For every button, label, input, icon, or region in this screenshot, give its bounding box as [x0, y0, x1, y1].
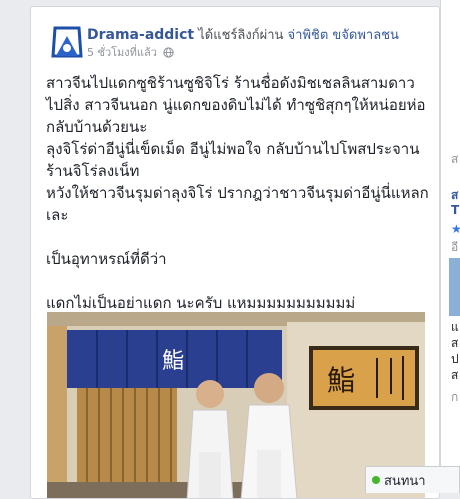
sidebar-thumbnail[interactable]: [449, 258, 460, 316]
news-feed-post: Drama-addict ได้แชร์ลิงก์ผ่าน จ่าพิชิต ข…: [30, 6, 440, 499]
sidebar-cut-text: อี: [451, 240, 459, 254]
chat-label: สนทนา: [384, 473, 426, 489]
curtain-sign: 鮨: [162, 349, 184, 374]
sidebar-cut-text: ส: [451, 368, 459, 382]
page-avatar[interactable]: [47, 22, 87, 62]
author-link[interactable]: Drama-addict: [87, 27, 194, 43]
post-timestamp[interactable]: 5 ชั่วโมงที่แล้ว: [87, 46, 157, 59]
sidebar-cut-text[interactable]: T: [451, 203, 459, 217]
post-paragraph: หวังให้ชาวจีนรุมด่าลุงจิโร่ ปรากฎว่าชาวจ…: [46, 184, 429, 224]
post-text: สาวจีนไปแดกซูชิร้านซูชิจิโร่ ร้านชื่อดัง…: [46, 72, 431, 314]
right-sidebar: ส ส T ★ อี แ ส ป ส ก: [440, 0, 460, 493]
framed-sign: 鮨: [327, 364, 355, 397]
post-paragraph: สาวจีนไปแดกซูชิร้านซูชิจิโร่ ร้านชื่อดัง…: [46, 74, 426, 136]
share-action-text: ได้แชร์ลิงก์ผ่าน: [194, 28, 288, 43]
shared-with-link[interactable]: จ่าพิชิต ขจัดพาลชน: [288, 28, 399, 43]
post-paragraph: แดกไม่เป็นอย่าแดก นะครับ แหมมมมมมมมมมม่: [46, 294, 356, 312]
post-header: Drama-addict ได้แชร์ลิงก์ผ่าน จ่าพิชิต ข…: [87, 24, 431, 45]
globe-icon[interactable]: [163, 47, 175, 58]
sidebar-cut-text: ส: [451, 152, 459, 166]
sidebar-cut-text: ก: [451, 390, 459, 404]
chat-button[interactable]: สนทนา: [365, 466, 460, 493]
star-icon: ★: [451, 222, 460, 236]
post-paragraph: ลุงจิโร่ด่าอีนู่นี่เข็ดเม็ด อีนู่ไม่พอใจ…: [46, 140, 420, 180]
post-paragraph: เป็นอุทาหรณ์ที่ดีว่า: [46, 250, 167, 268]
online-status-icon: [372, 476, 380, 484]
post-meta: 5 ชั่วโมงที่แล้ว: [87, 43, 175, 61]
